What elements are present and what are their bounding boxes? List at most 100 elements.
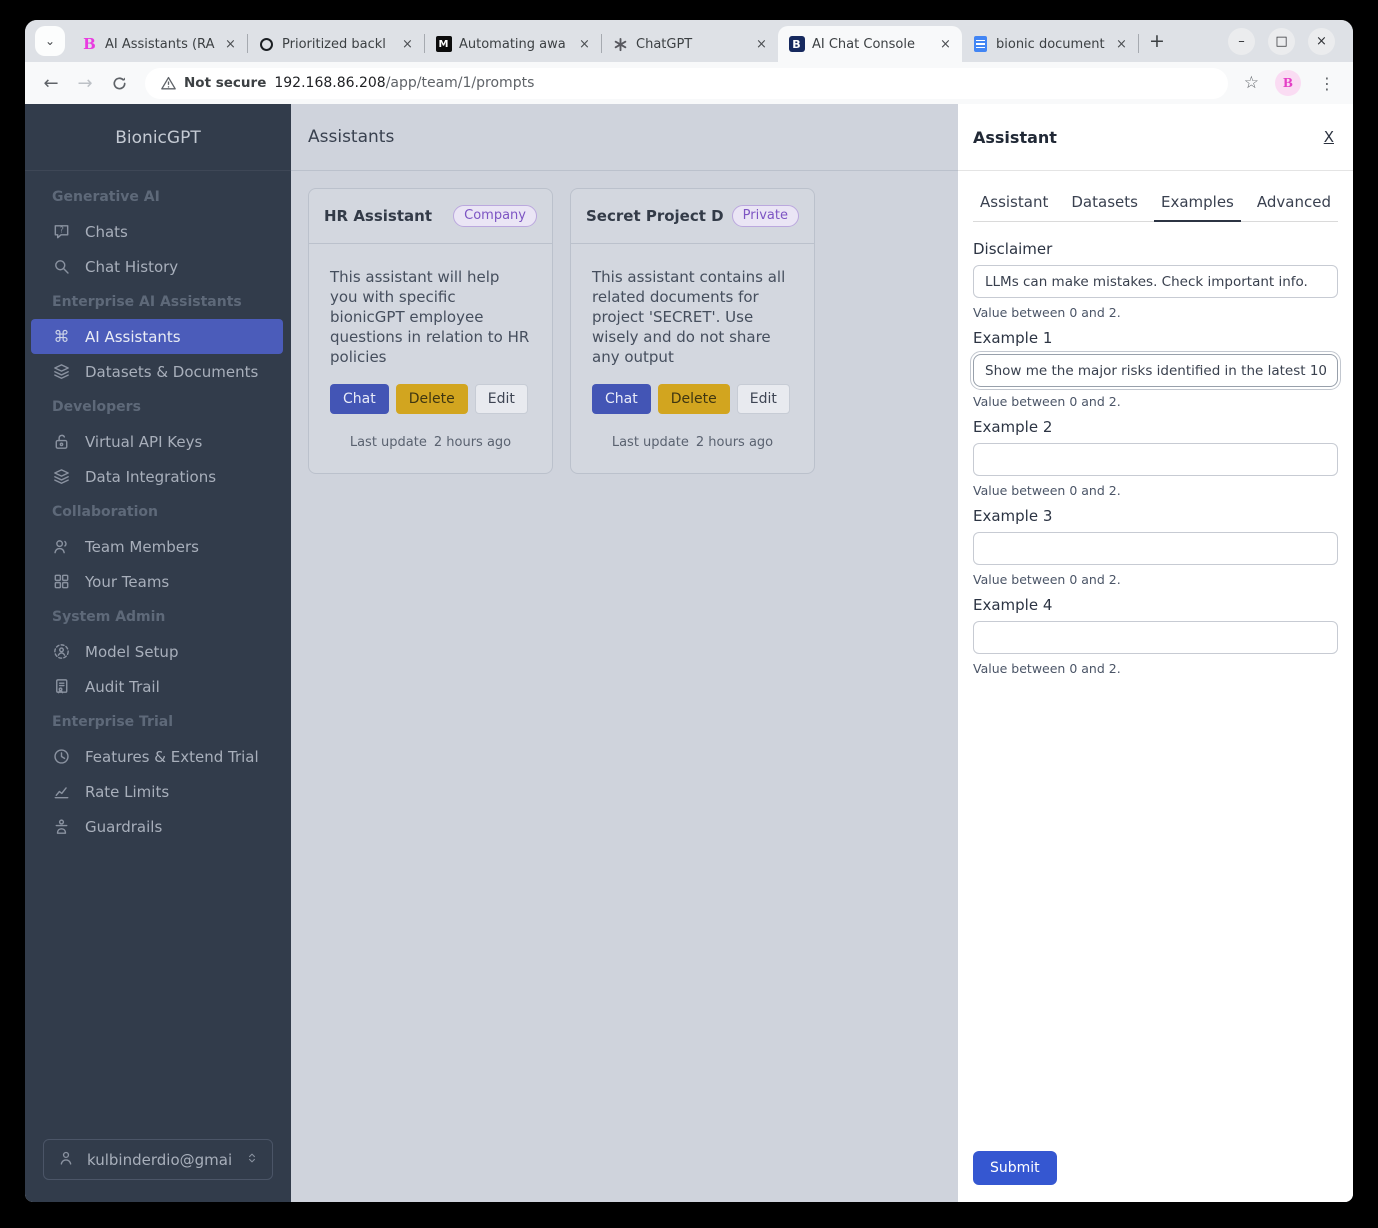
drawer-tabs: Assistant Datasets Examples Advanced [973, 182, 1338, 222]
tab-chatgpt[interactable]: ChatGPT × [602, 26, 778, 62]
profile-avatar[interactable]: B [1275, 70, 1301, 96]
chat-button[interactable]: Chat [592, 384, 651, 415]
submit-button[interactable]: Submit [973, 1151, 1057, 1185]
tab-strip: ⌄ B AI Assistants (RA × Prioritized back… [25, 20, 1353, 62]
tab-advanced[interactable]: Advanced [1250, 182, 1338, 222]
field-label-example-2: Example 2 [973, 418, 1053, 436]
user-email: kulbinderdio@gmail.c... [87, 1150, 233, 1169]
sidebar-item-label: Features & Extend Trial [85, 747, 259, 766]
layers-icon [52, 467, 71, 486]
close-icon[interactable]: × [576, 36, 593, 53]
sidebar-item-virtual-api-keys[interactable]: Virtual API Keys [25, 424, 291, 459]
reload-button[interactable] [103, 67, 135, 99]
card-description: This assistant contains all related docu… [592, 268, 786, 367]
sidebar-item-chat-history[interactable]: Chat History [25, 249, 291, 284]
field-help: Value between 0 and 2. [973, 572, 1121, 587]
page-url[interactable]: 192.168.86.208/app/team/1/prompts [274, 75, 534, 91]
tab-prioritized-backlog[interactable]: Prioritized backl × [248, 26, 424, 62]
model-setup-icon [52, 642, 71, 661]
back-button[interactable]: ← [35, 67, 67, 99]
person-icon [57, 1149, 75, 1171]
sidebar-item-label: Team Members [85, 537, 199, 556]
close-icon[interactable]: × [937, 36, 954, 53]
section-heading-developers: Developers [52, 399, 141, 415]
tab-assistant[interactable]: Assistant [973, 182, 1055, 222]
sidebar-item-datasets-documents[interactable]: Datasets & Documents [25, 354, 291, 389]
audit-trail-icon [52, 677, 71, 696]
example-4-input[interactable] [973, 621, 1338, 654]
last-update-label: Last update [349, 435, 427, 451]
sidebar-item-team-members[interactable]: Team Members [25, 529, 291, 564]
drawer-close-button[interactable]: X [1324, 128, 1334, 146]
sidebar-item-rate-limits[interactable]: Rate Limits [25, 774, 291, 809]
drawer-title: Assistant [973, 127, 1057, 147]
unlock-icon [52, 432, 71, 451]
sidebar-item-data-integrations[interactable]: Data Integrations [25, 459, 291, 494]
tab-title: AI Chat Console [812, 36, 915, 52]
close-icon[interactable]: × [222, 36, 239, 53]
sidebar-item-label: Your Teams [85, 572, 170, 591]
sidebar-item-label: Chat History [85, 257, 179, 276]
new-tab-button[interactable]: + [1143, 27, 1171, 55]
tab-ai-assistants[interactable]: B AI Assistants (RA × [71, 26, 247, 62]
tab-bionic-documents[interactable]: bionic document × [962, 26, 1138, 62]
chatgpt-favicon [612, 36, 629, 53]
bookmark-star-icon[interactable]: ☆ [1238, 73, 1265, 93]
search-icon [52, 257, 71, 276]
edit-button[interactable]: Edit [474, 384, 528, 415]
tab-search-button[interactable]: ⌄ [35, 26, 65, 56]
forward-button[interactable]: → [69, 67, 101, 99]
minimize-button[interactable]: – [1228, 28, 1255, 55]
tab-title: AI Assistants (RA [105, 36, 215, 52]
field-help: Value between 0 and 2. [973, 394, 1121, 409]
tab-automating[interactable]: M Automating awa × [425, 26, 601, 62]
user-account-selector[interactable]: kulbinderdio@gmail.c... [43, 1139, 273, 1180]
bionic-navy-b-favicon: B [788, 36, 805, 53]
last-update-label: Last update [611, 435, 689, 451]
edit-button[interactable]: Edit [736, 384, 790, 415]
address-bar[interactable]: Not secure 192.168.86.208/app/team/1/pro… [145, 67, 1228, 99]
maximize-button[interactable]: □ [1268, 28, 1295, 55]
close-icon[interactable]: × [399, 36, 416, 53]
example-3-input[interactable] [973, 532, 1338, 565]
example-2-input[interactable] [973, 443, 1338, 476]
sidebar-item-features-extend-trial[interactable]: Features & Extend Trial [25, 739, 291, 774]
command-icon: ⌘ [53, 327, 70, 346]
main-content: Assistants HR Assistant Company This ass… [291, 104, 958, 1202]
layers-icon [52, 362, 71, 381]
tab-examples[interactable]: Examples [1153, 182, 1241, 222]
sidebar: BionicGPT Generative AI ? Chats Chat His… [25, 104, 291, 1202]
sidebar-item-label: Virtual API Keys [85, 432, 203, 451]
section-heading-generative-ai: Generative AI [52, 189, 160, 205]
chevron-down-icon: ⌄ [44, 34, 56, 48]
browser-menu-icon[interactable]: ⋮ [1311, 74, 1343, 93]
last-update-value: 2 hours ago [433, 435, 512, 451]
delete-button[interactable]: Delete [657, 384, 730, 415]
close-window-button[interactable]: × [1308, 28, 1335, 55]
assistant-drawer: Assistant X Assistant Datasets Examples … [958, 104, 1353, 1202]
docs-favicon [972, 36, 989, 53]
example-1-input[interactable] [970, 351, 1341, 390]
tab-title: Automating awa [459, 36, 566, 52]
sidebar-item-audit-trail[interactable]: Audit Trail [25, 669, 291, 704]
section-heading-enterprise-trial: Enterprise Trial [52, 714, 174, 730]
security-status[interactable]: Not secure [184, 75, 266, 91]
sidebar-item-chats[interactable]: ? Chats [25, 214, 291, 249]
medium-favicon: M [435, 36, 452, 53]
close-icon[interactable]: × [753, 36, 770, 53]
sidebar-item-guardrails[interactable]: Guardrails [25, 809, 291, 844]
tab-ai-chat-console-active[interactable]: B AI Chat Console × [778, 26, 962, 62]
delete-button[interactable]: Delete [395, 384, 468, 415]
close-icon[interactable]: × [1113, 36, 1130, 53]
disclaimer-input[interactable] [973, 265, 1338, 298]
sidebar-item-ai-assistants[interactable]: ⌘ AI Assistants [31, 319, 283, 354]
tab-datasets[interactable]: Datasets [1064, 182, 1145, 222]
field-help: Value between 0 and 2. [973, 661, 1121, 676]
field-label-example-1: Example 1 [973, 329, 1053, 347]
bionicgpt-pink-b-favicon: B [83, 35, 96, 53]
chat-button[interactable]: Chat [330, 384, 389, 415]
sidebar-item-your-teams[interactable]: Your Teams [25, 564, 291, 599]
browser-toolbar: ← → Not secure 192.168.86.208/app/team/1… [25, 62, 1353, 104]
sidebar-item-model-setup[interactable]: Model Setup [25, 634, 291, 669]
sidebar-item-label: Chats [85, 222, 128, 241]
